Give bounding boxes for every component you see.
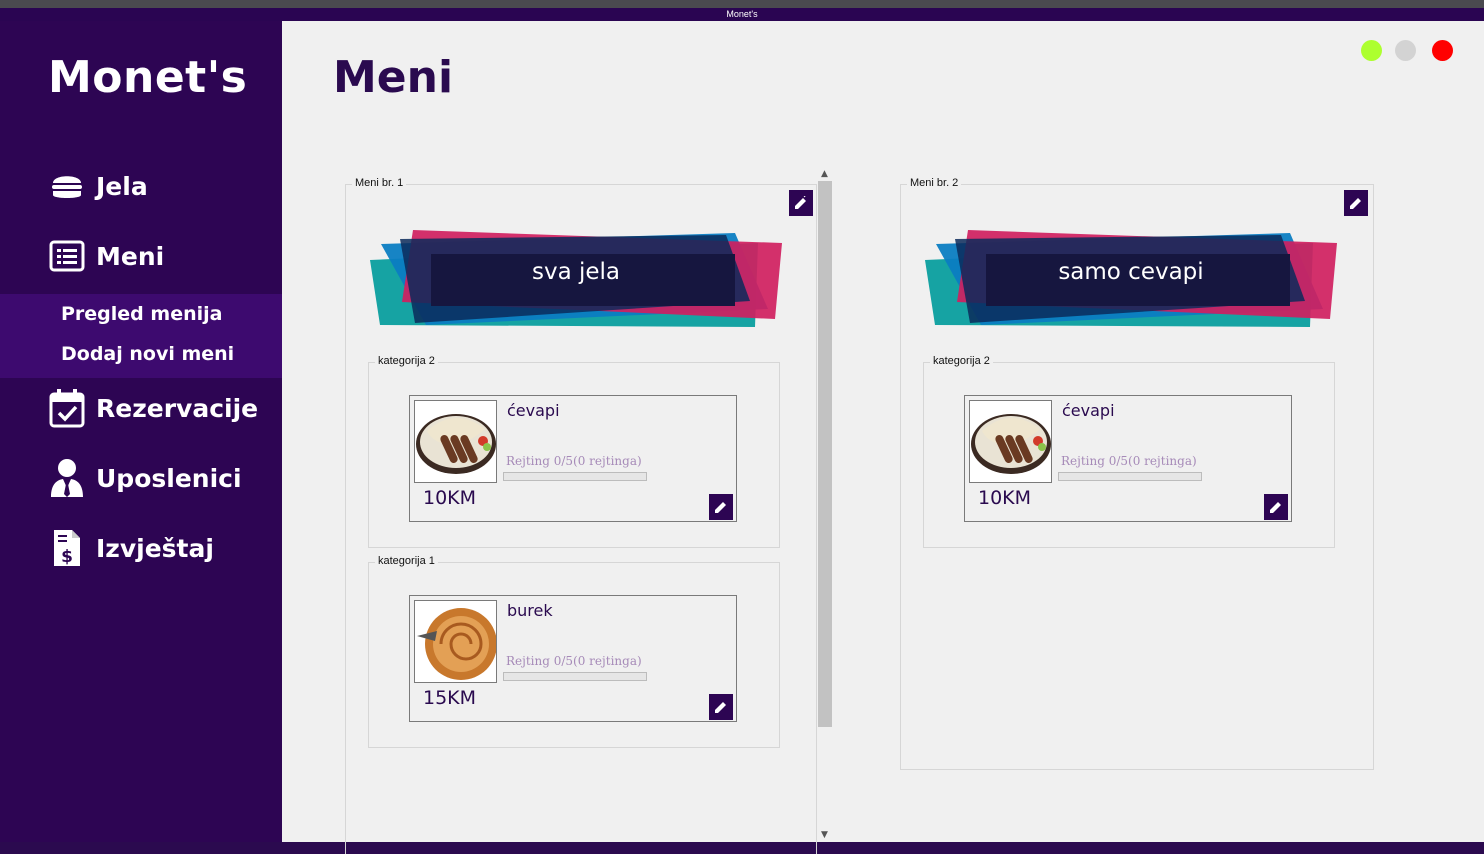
window-title: Monet's <box>0 8 1484 21</box>
dish-card: burek Rejting 0/5(0 rejtinga) 15KM <box>409 595 737 722</box>
edit-menu-button[interactable] <box>1344 190 1368 216</box>
sidebar-item-label: Izvještaj <box>96 533 214 563</box>
os-top-strip <box>0 0 1484 8</box>
category-group: kategorija 2 ćevapi Rejting 0/5(0 rejtin… <box>923 355 1335 548</box>
category-group: kategorija 1 burek Rejting 0/5(0 rejting… <box>368 555 780 748</box>
scroll-up-arrow-icon[interactable]: ▲ <box>817 167 832 181</box>
menu-banner-title: sva jela <box>531 259 621 285</box>
edit-dish-button[interactable] <box>709 494 733 520</box>
scrollbar-thumb[interactable] <box>818 181 832 727</box>
burek-photo <box>414 600 497 683</box>
menu-group: Meni br. 1 sva jela kategorija 2 ćevapi … <box>345 177 817 854</box>
user-tie-icon <box>48 459 86 497</box>
pencil-icon <box>1270 502 1281 513</box>
pencil-icon <box>795 196 806 209</box>
sidebar-item-uposlenici[interactable]: Uposlenici <box>48 459 242 497</box>
menu-group-label: Meni br. 1 <box>352 177 407 189</box>
minimize-button[interactable] <box>1361 40 1382 61</box>
brand-title: Monet's <box>48 52 248 103</box>
dish-price: 15KM <box>423 687 477 709</box>
dish-name: ćevapi <box>1062 401 1115 420</box>
category-label: kategorija 2 <box>930 355 993 367</box>
category-label: kategorija 2 <box>375 355 438 367</box>
dish-card: ćevapi Rejting 0/5(0 rejtinga) 10KM <box>409 395 737 522</box>
sidebar: Monet's Jela Meni Pregled menija Dodaj n… <box>0 21 282 842</box>
pencil-icon <box>715 702 726 713</box>
dish-name: ćevapi <box>507 401 560 420</box>
sidebar-item-meni[interactable]: Meni <box>48 237 164 275</box>
menu-banner: sva jela <box>370 227 782 331</box>
menu-group-label: Meni br. 2 <box>907 177 962 189</box>
sidebar-item-label: Uposlenici <box>96 463 242 493</box>
menu-group: Meni br. 2 samo cevapi kategorija 2 ćeva… <box>900 177 1374 770</box>
rating-bar <box>503 672 647 681</box>
hamburger-icon <box>48 167 86 205</box>
scroll-down-arrow-icon[interactable]: ▼ <box>817 828 832 842</box>
maximize-button[interactable] <box>1395 40 1416 61</box>
dish-price: 10KM <box>978 487 1032 509</box>
svg-text:$: $ <box>61 547 73 567</box>
sidebar-item-label: Jela <box>96 171 148 201</box>
sidebar-item-izvjestaj[interactable]: $ Izvještaj <box>48 529 214 567</box>
cevapi-photo <box>414 400 497 483</box>
page-title: Meni <box>333 52 454 103</box>
sidebar-item-rezervacije[interactable]: Rezervacije <box>48 389 259 428</box>
rating-bar <box>503 472 647 481</box>
dish-price: 10KM <box>423 487 477 509</box>
rating-bar <box>1058 472 1202 481</box>
sidebar-item-label: Meni <box>96 241 165 271</box>
edit-menu-button[interactable] <box>789 190 813 216</box>
category-label: kategorija 1 <box>375 555 438 567</box>
meni-submenu: Pregled menija Dodaj novi meni <box>0 294 282 378</box>
edit-dish-button[interactable] <box>709 694 733 720</box>
sidebar-item-jela[interactable]: Jela <box>48 167 148 205</box>
dish-name: burek <box>507 601 553 620</box>
dish-rating: Rejting 0/5(0 rejtinga) <box>1061 454 1197 468</box>
dish-rating: Rejting 0/5(0 rejtinga) <box>506 454 642 468</box>
submenu-pregled-menija[interactable]: Pregled menija <box>61 303 222 325</box>
main-panel: Meni Meni br. 1 sva jela kategorija 2 će… <box>282 21 1484 854</box>
calendar-check-icon <box>48 389 86 428</box>
dish-card: ćevapi Rejting 0/5(0 rejtinga) 10KM <box>964 395 1292 522</box>
cevapi-photo <box>969 400 1052 483</box>
menu-list-icon <box>48 237 86 275</box>
sidebar-item-label: Rezervacije <box>96 393 259 423</box>
pencil-icon <box>715 502 726 513</box>
edit-dish-button[interactable] <box>1264 494 1288 520</box>
menu-banner-title: samo cevapi <box>1058 259 1204 285</box>
close-button[interactable] <box>1432 40 1453 61</box>
category-group: kategorija 2 ćevapi Rejting 0/5(0 rejtin… <box>368 355 780 548</box>
pencil-icon <box>1350 198 1361 209</box>
submenu-dodaj-novi-meni[interactable]: Dodaj novi meni <box>61 343 234 365</box>
menu-banner: samo cevapi <box>925 227 1337 331</box>
invoice-dollar-icon: $ <box>48 529 86 567</box>
dish-rating: Rejting 0/5(0 rejtinga) <box>506 654 642 668</box>
